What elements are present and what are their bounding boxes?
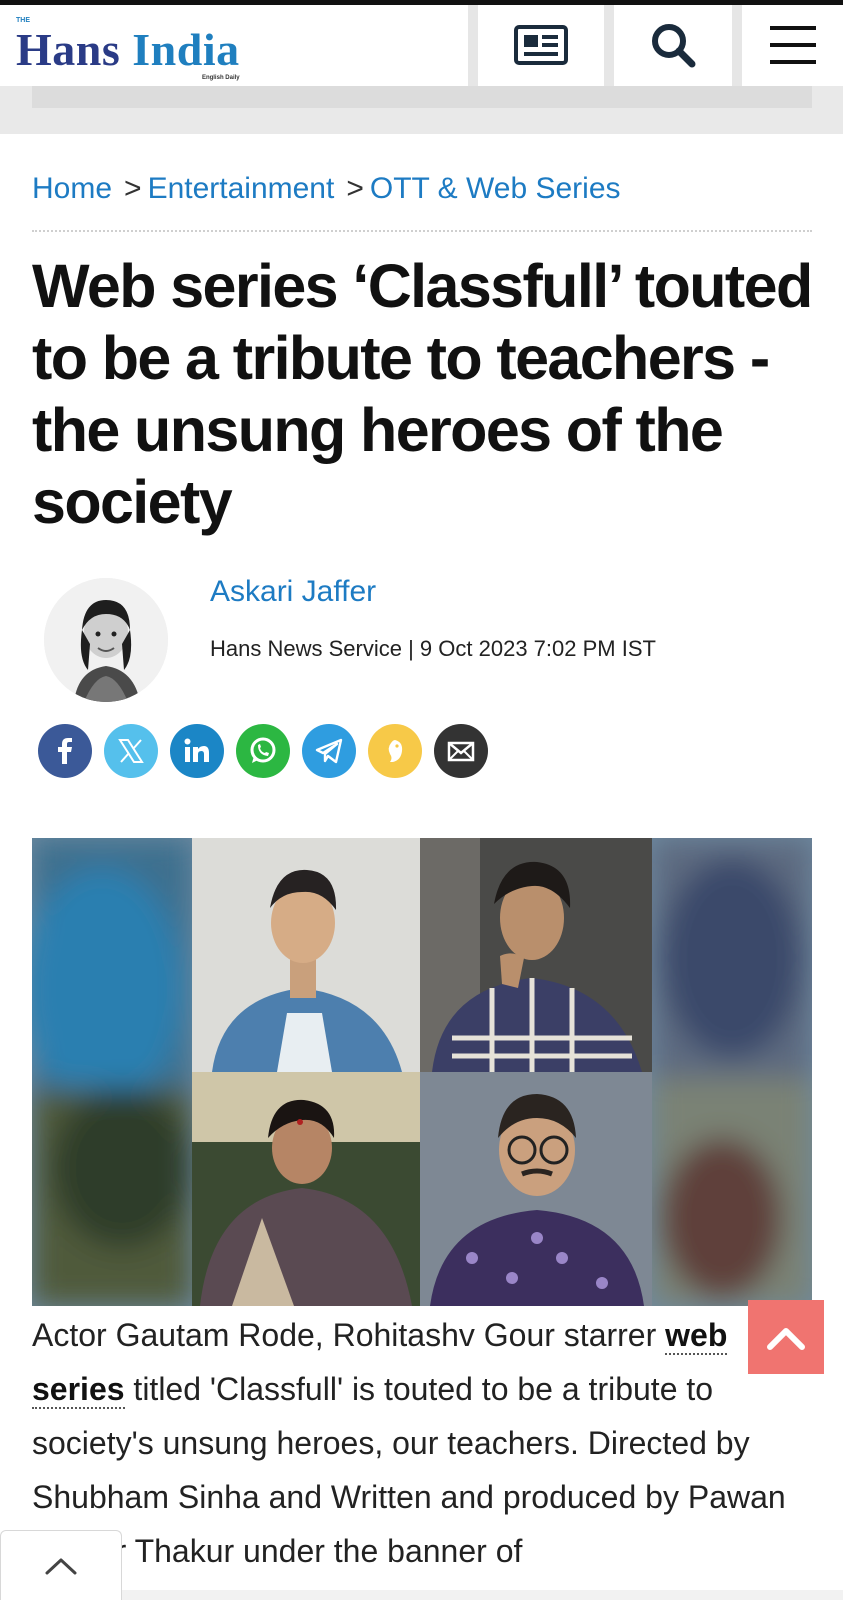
logo-hans: Hans: [16, 24, 121, 75]
logo-the: THE: [16, 17, 30, 24]
breadcrumb-separator: >: [124, 172, 142, 205]
site-logo[interactable]: THE Hans India English Daily: [16, 13, 240, 81]
header-divider: [732, 5, 742, 91]
breadcrumb: Home > Entertainment > OTT & Web Series: [32, 172, 812, 232]
chevron-up-icon: [767, 1328, 805, 1350]
scroll-to-top-button[interactable]: [748, 1300, 824, 1374]
site-header: THE Hans India English Daily: [0, 0, 843, 91]
newspaper-icon: [514, 25, 568, 65]
share-bar: [38, 724, 488, 778]
header-divider: [468, 5, 478, 91]
author-avatar[interactable]: [44, 578, 168, 702]
chevron-up-icon: [45, 1558, 77, 1574]
share-x-button[interactable]: [104, 724, 158, 778]
breadcrumb-home[interactable]: Home: [32, 172, 112, 205]
search-button[interactable]: [614, 5, 732, 85]
author-name-link[interactable]: Askari Jaffer: [210, 575, 376, 609]
epaper-button[interactable]: [478, 5, 604, 85]
linkedin-icon: [184, 738, 209, 762]
article-body-text-continued: titled 'Classfull' is touted to be a tri…: [32, 1371, 786, 1569]
search-icon: [652, 24, 696, 68]
meta-separator: |: [408, 636, 414, 661]
share-linkedin-button[interactable]: [170, 724, 224, 778]
share-facebook-button[interactable]: [38, 724, 92, 778]
cast-collage: [32, 838, 812, 1306]
hamburger-menu-icon: [769, 26, 816, 64]
article-source: Hans News Service: [210, 636, 402, 661]
menu-button[interactable]: [742, 5, 843, 85]
share-email-button[interactable]: [434, 724, 488, 778]
logo-subtitle: English Daily: [201, 75, 240, 81]
author-portrait: [44, 578, 168, 702]
facebook-icon: [58, 738, 72, 764]
breadcrumb-section[interactable]: OTT & Web Series: [370, 172, 621, 205]
whatsapp-icon: [250, 737, 276, 763]
article-body: Actor Gautam Rode, Rohitashv Gour starre…: [32, 1308, 822, 1578]
breadcrumb-separator: >: [346, 172, 364, 205]
share-koo-button[interactable]: [368, 724, 422, 778]
bottom-expand-tab[interactable]: [0, 1530, 122, 1600]
article-hero-image[interactable]: [32, 838, 812, 1306]
bottom-bar: [0, 1590, 843, 1600]
article-title: Web series ‘Classfull’ touted to be a tr…: [32, 252, 813, 536]
breadcrumb-entertainment[interactable]: Entertainment: [148, 172, 335, 205]
article-date: 9 Oct 2023 7:02 PM IST: [419, 636, 656, 661]
koo-icon: [388, 740, 403, 762]
ad-placeholder: [32, 86, 812, 108]
x-icon: [118, 739, 144, 763]
telegram-icon: [315, 738, 343, 764]
header-divider: [604, 5, 614, 91]
logo-india: India: [132, 24, 240, 75]
article-body-text: Actor Gautam Rode, Rohitashv Gour starre…: [32, 1317, 666, 1353]
article-meta: Hans News Service | 9 Oct 2023 7:02 PM I…: [210, 636, 656, 662]
share-whatsapp-button[interactable]: [236, 724, 290, 778]
share-telegram-button[interactable]: [302, 724, 356, 778]
email-icon: [447, 741, 475, 762]
